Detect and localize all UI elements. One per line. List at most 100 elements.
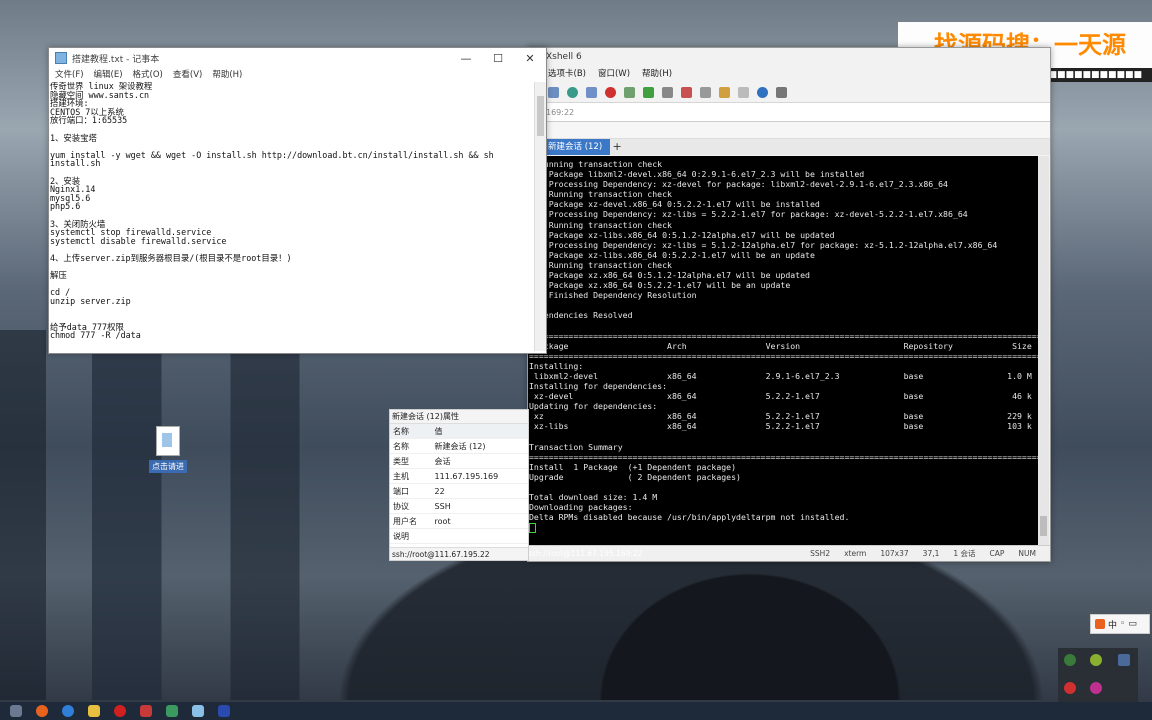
minimize-button[interactable]: — bbox=[450, 52, 482, 65]
lock-icon[interactable] bbox=[662, 86, 673, 98]
xshell-toolbar bbox=[528, 82, 1050, 103]
xshell-statusbar: ssh://root@111.67.195.169:22 SSH2 xterm … bbox=[528, 545, 1050, 561]
netease-music-icon[interactable] bbox=[110, 703, 130, 719]
col-value-header: 值 bbox=[431, 424, 528, 439]
xftp-icon[interactable] bbox=[605, 86, 616, 98]
maximize-button[interactable]: ☐ bbox=[482, 52, 514, 65]
xshell-window[interactable]: Xshell 6 选项卡(B) 窗口(W) 帮助(H) 169:22 新建会话 … bbox=[527, 47, 1051, 562]
tray-app-icon[interactable] bbox=[1090, 654, 1102, 666]
menu-edit[interactable]: 编辑(E) bbox=[94, 68, 123, 82]
ime-toolbar[interactable]: 中 ◦ ▭ bbox=[1090, 614, 1150, 634]
explorer-icon[interactable] bbox=[84, 703, 104, 719]
notepad-title: 搭建教程.txt - 记事本 bbox=[72, 54, 160, 65]
property-key: 主机 bbox=[390, 468, 432, 484]
notepad-icon bbox=[55, 52, 67, 64]
property-key: 说明 bbox=[390, 528, 432, 544]
font-icon[interactable] bbox=[586, 86, 597, 98]
terminal-output: Running transaction check --> Package li… bbox=[529, 159, 1038, 546]
notepad-icon[interactable] bbox=[188, 703, 208, 719]
terminal-text: Running transaction check --> Package li… bbox=[529, 159, 1038, 523]
wallpaper-figure bbox=[560, 540, 940, 700]
new-session-icon[interactable] bbox=[548, 86, 559, 98]
browser-icon[interactable] bbox=[58, 703, 78, 719]
terminal-area[interactable]: Running transaction check --> Package li… bbox=[528, 156, 1038, 546]
help-icon[interactable] bbox=[757, 86, 768, 98]
property-key: 名称 bbox=[390, 438, 432, 454]
session-tabs: 新建会话 (12) + bbox=[528, 139, 1050, 155]
desktop-shortcut[interactable]: 点击请进 bbox=[144, 426, 192, 474]
xshell-icon[interactable] bbox=[214, 703, 234, 719]
property-row: 用户名 root bbox=[390, 513, 528, 529]
property-key: 协议 bbox=[390, 498, 432, 514]
toolbar-options-icon[interactable] bbox=[776, 86, 787, 98]
property-value: 新建会话 (12) bbox=[431, 438, 528, 454]
property-value: SSH bbox=[431, 498, 528, 514]
address-value: 169:22 bbox=[546, 107, 575, 117]
ime-mode[interactable]: 中 bbox=[1108, 618, 1117, 631]
menu-tabs[interactable]: 选项卡(B) bbox=[548, 66, 586, 82]
properties-footer: ssh://root@111.67.195.22 bbox=[390, 547, 528, 560]
properties-header: 新建会话 (12)属性 bbox=[390, 410, 528, 424]
tray-overflow-popup bbox=[1058, 648, 1138, 702]
notepad-scrollbar[interactable] bbox=[534, 82, 546, 351]
layout-icon[interactable] bbox=[738, 86, 749, 98]
globe-icon[interactable] bbox=[567, 86, 578, 98]
address-bar[interactable]: 169:22 bbox=[528, 103, 1050, 122]
sogou-ime-icon bbox=[1095, 619, 1105, 629]
keyboard-icon[interactable]: ▭ bbox=[1128, 619, 1137, 629]
property-row: 名称 新建会话 (12) bbox=[390, 438, 528, 454]
menu-view[interactable]: 查看(V) bbox=[173, 68, 202, 82]
property-row: 类型 会话 bbox=[390, 453, 528, 469]
session-properties-panel: 新建会话 (12)属性 名称 值 名称 新建会话 (12) 类型 会话 主机 111.… bbox=[389, 409, 529, 561]
notepad-text-area[interactable]: 传奇世界 linux 架设教程 隐藏空间 www.sants.cn 搭建环境: … bbox=[50, 82, 534, 351]
tray-settings-icon[interactable] bbox=[1118, 654, 1130, 666]
property-row: 端口 22 bbox=[390, 483, 528, 499]
netease-tray-icon[interactable] bbox=[1064, 682, 1076, 694]
col-name-header: 名称 bbox=[390, 424, 432, 439]
property-row: 说明 bbox=[390, 528, 528, 544]
wps-icon[interactable] bbox=[136, 703, 156, 719]
status-address: ssh://root@111.67.195.169:22 bbox=[528, 549, 643, 558]
properties-table: 名称 值 名称 新建会话 (12) 类型 会话 主机 111.67.195.169 端… bbox=[390, 424, 528, 544]
taskbar bbox=[0, 702, 1152, 720]
property-row: 主机 111.67.195.169 bbox=[390, 468, 528, 484]
status-pos: 37,1 bbox=[922, 549, 940, 558]
transfer-icon[interactable] bbox=[624, 86, 635, 98]
network-icon[interactable] bbox=[162, 703, 182, 719]
property-value: 111.67.195.169 bbox=[431, 468, 528, 484]
desktop-shortcut-label: 点击请进 bbox=[149, 460, 187, 473]
xshell-menubar: 选项卡(B) 窗口(W) 帮助(H) bbox=[528, 66, 1050, 82]
script-icon[interactable] bbox=[719, 86, 730, 98]
scrollbar-thumb[interactable] bbox=[537, 96, 544, 136]
property-key: 用户名 bbox=[390, 513, 432, 529]
property-value bbox=[431, 528, 528, 544]
menu-help[interactable]: 帮助(H) bbox=[642, 66, 672, 82]
property-value: root bbox=[431, 513, 528, 529]
session-bar bbox=[528, 122, 1050, 139]
status-caps: CAP bbox=[989, 549, 1005, 558]
close-button[interactable]: ✕ bbox=[514, 52, 546, 65]
fullscreen-icon[interactable] bbox=[643, 86, 654, 98]
menu-format[interactable]: 格式(O) bbox=[133, 68, 163, 82]
menu-file[interactable]: 文件(F) bbox=[55, 68, 84, 82]
keyboard-icon[interactable] bbox=[700, 86, 711, 98]
nvidia-icon[interactable] bbox=[1064, 654, 1076, 666]
property-value: 会话 bbox=[431, 453, 528, 469]
tab-session-label: 新建会话 (12) bbox=[548, 142, 603, 152]
highlight-icon[interactable] bbox=[681, 86, 692, 98]
document-icon bbox=[156, 426, 180, 456]
notepad-titlebar: 搭建教程.txt - 记事本 — ☐ ✕ bbox=[49, 48, 546, 68]
terminal-scrollbar[interactable] bbox=[1038, 156, 1049, 546]
status-size: 107x37 bbox=[880, 549, 909, 558]
scrollbar-thumb[interactable] bbox=[1040, 516, 1047, 536]
sogou-icon[interactable] bbox=[32, 703, 52, 719]
tray-record-icon[interactable] bbox=[1090, 682, 1102, 694]
property-key: 端口 bbox=[390, 483, 432, 499]
punctuation-icon[interactable]: ◦ bbox=[1120, 619, 1125, 629]
status-term: xterm bbox=[844, 549, 867, 558]
start-icon[interactable] bbox=[6, 703, 26, 719]
new-tab-button[interactable]: + bbox=[610, 139, 624, 155]
notepad-window[interactable]: 搭建教程.txt - 记事本 — ☐ ✕ 文件(F) 编辑(E) 格式(O) 查… bbox=[48, 47, 547, 354]
menu-window[interactable]: 窗口(W) bbox=[598, 66, 630, 82]
menu-help[interactable]: 帮助(H) bbox=[212, 68, 242, 82]
